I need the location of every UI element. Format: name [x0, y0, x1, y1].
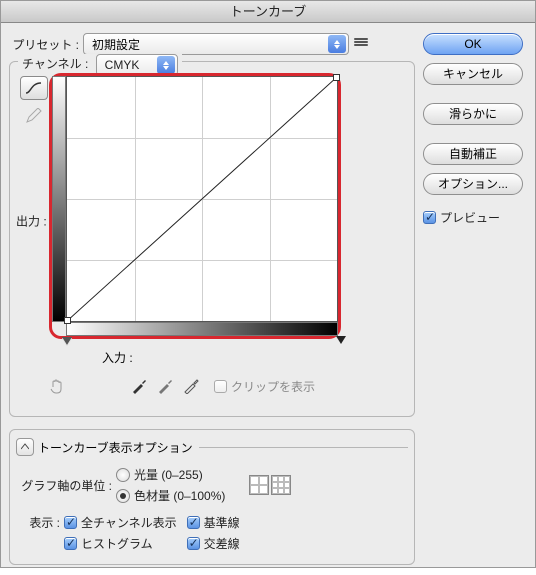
black-point-slider[interactable] [62, 338, 72, 346]
show-all-channels-checkbox[interactable]: 全チャンネル表示 [64, 514, 177, 531]
axis-light-label: 光量 (0–255) [134, 466, 203, 483]
tone-curve-dialog: トーンカーブ プリセット : 初期設定 チャンネル : CMYK [0, 0, 536, 568]
curve-point-highlight[interactable] [333, 74, 340, 81]
channel-select[interactable]: CMYK [96, 54, 178, 76]
options-button[interactable]: オプション... [423, 173, 523, 195]
window-title: トーンカーブ [1, 1, 535, 23]
axis-pigment-radio[interactable]: 色材量 (0–100%) [116, 487, 225, 504]
cancel-button[interactable]: キャンセル [423, 63, 523, 85]
curve-editor[interactable] [52, 76, 338, 336]
curve-point-shadow[interactable] [64, 317, 71, 324]
show-clipping-checkbox[interactable]: クリップを表示 [214, 378, 315, 395]
chevron-up-icon [21, 443, 29, 451]
display-options-title: トーンカーブ表示オプション [38, 439, 193, 456]
radio-icon [116, 489, 130, 503]
channel-fieldset: チャンネル : CMYK [9, 61, 415, 417]
preset-value: 初期設定 [92, 36, 322, 53]
hand-tool-icon[interactable] [46, 376, 68, 396]
grid-coarse-button[interactable] [249, 475, 269, 495]
white-eyedropper-icon[interactable] [180, 376, 202, 396]
channel-value: CMYK [105, 58, 151, 72]
input-gradient [66, 322, 338, 336]
black-eyedropper-icon[interactable] [128, 376, 150, 396]
preset-select[interactable]: 初期設定 [83, 33, 349, 55]
show-histogram-checkbox[interactable]: ヒストグラム [64, 535, 177, 552]
smooth-button[interactable]: 滑らかに [423, 103, 523, 125]
gray-eyedropper-icon[interactable] [154, 376, 176, 396]
checkbox-icon [64, 516, 77, 529]
output-gradient [52, 76, 66, 322]
axis-light-radio[interactable]: 光量 (0–255) [116, 466, 225, 483]
preview-checkbox[interactable]: プレビュー [423, 209, 500, 226]
grid-fine-button[interactable] [271, 475, 291, 495]
channel-label: チャンネル : [22, 57, 88, 71]
input-value [139, 348, 199, 366]
checkbox-icon [423, 211, 436, 224]
ok-button[interactable]: OK [423, 33, 523, 55]
checkbox-icon [187, 537, 200, 550]
checkbox-icon [214, 380, 227, 393]
axis-pigment-label: 色材量 (0–100%) [134, 487, 225, 504]
preview-label: プレビュー [440, 209, 500, 226]
divider [199, 447, 408, 448]
pencil-tool-button[interactable] [20, 104, 48, 128]
auto-button[interactable]: 自動補正 [423, 143, 523, 165]
checkbox-icon [187, 516, 200, 529]
show-clipping-label: クリップを表示 [231, 378, 315, 395]
curve-line[interactable] [67, 77, 337, 321]
show-baseline-checkbox[interactable]: 基準線 [187, 514, 240, 531]
curve-icon [25, 81, 43, 95]
show-label: 表示 : [16, 512, 64, 531]
radio-icon [116, 468, 130, 482]
chevron-updown-icon [328, 35, 346, 53]
display-options-fieldset: トーンカーブ表示オプション グラフ軸の単位 : 光量 (0–255) 色材量 (… [9, 429, 415, 565]
pencil-icon [25, 108, 43, 124]
axis-unit-label: グラフ軸の単位 : [16, 477, 116, 494]
white-point-slider[interactable] [336, 336, 346, 344]
preset-label: プリセット : [9, 36, 83, 53]
preset-menu-icon[interactable] [354, 37, 372, 51]
checkbox-icon [64, 537, 77, 550]
disclosure-button[interactable] [16, 438, 34, 456]
curve-tool-button[interactable] [20, 76, 48, 100]
curve-grid[interactable] [66, 76, 338, 322]
input-label: 入力 : [102, 349, 133, 366]
show-intersection-checkbox[interactable]: 交差線 [187, 535, 240, 552]
chevron-updown-icon [157, 56, 175, 74]
output-label: 出力 : [16, 213, 47, 230]
